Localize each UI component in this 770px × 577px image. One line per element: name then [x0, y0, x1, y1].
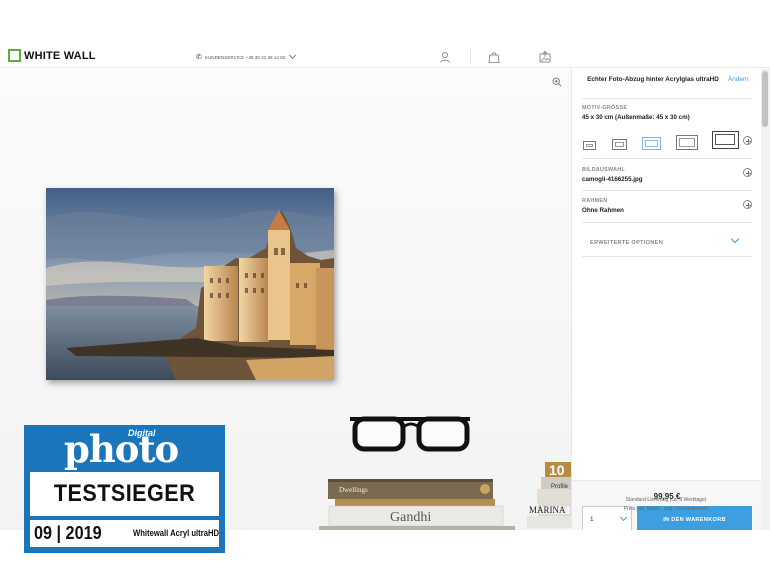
zoom-in-icon[interactable]: [552, 77, 562, 87]
frame-label: RAHMEN: [582, 198, 608, 204]
frame-value: Ohne Rahmen: [582, 207, 624, 214]
config-panel: Echter Foto-Abzug hinter Acrylglas ultra…: [571, 69, 762, 530]
badge-footer: 09 | 2019 Whitewall Acryl ultraHD: [30, 520, 219, 547]
book-title-marina: MARINA: [529, 505, 566, 515]
frame-expand-icon[interactable]: [743, 200, 752, 209]
book-title-10: 10: [549, 462, 565, 478]
shipping-info-line1: Standard-Lieferung (ca. 8 Werktage): [625, 497, 707, 503]
image-label: BILDAUSWAHL: [582, 167, 626, 173]
divider: [582, 190, 752, 191]
quantity-value: 1: [590, 516, 594, 523]
size-value: 45 x 30 cm (Außenmaße: 45 x 30 cm): [582, 114, 690, 121]
service-text: KUNDENSERVICE +49 30 22 38 14 62: [204, 54, 286, 60]
image-expand-icon[interactable]: [743, 168, 752, 177]
customer-service[interactable]: ✆ KUNDENSERVICE +49 30 22 38 14 62: [196, 51, 297, 61]
decor-books-glasses: Dwellings Gandhi Profile 10 MARINA: [319, 416, 571, 530]
divider: [582, 98, 752, 99]
site-header: WHITE WALL ✆ KUNDENSERVICE +49 30 22 38 …: [0, 46, 770, 68]
divider: [582, 222, 752, 223]
chevron-down-icon[interactable]: [730, 234, 740, 244]
test-winner-badge: Digital photo TESTSIEGER 09 | 2019 White…: [24, 425, 225, 553]
chevron-down-icon: [619, 513, 628, 522]
badge-date: 09 | 2019: [34, 523, 102, 543]
glasses-icon: [350, 416, 470, 452]
book-title-profile: Profile: [551, 484, 569, 490]
size-option-1[interactable]: [583, 141, 596, 150]
badge-testsieger: TESTSIEGER: [53, 480, 196, 507]
book-title-gandhi: Gandhi: [390, 510, 431, 525]
product-title: Echter Foto-Abzug hinter Acrylglas ultra…: [587, 76, 719, 83]
divider: [582, 256, 752, 257]
book-title-dwellings: Dwellings: [339, 486, 368, 494]
scrollbar-thumb[interactable]: [762, 71, 768, 127]
bag-icon[interactable]: [487, 50, 501, 64]
size-label: MOTIV-GRÖSSE: [582, 105, 628, 111]
scrollbar[interactable]: [761, 69, 770, 530]
advanced-options-label[interactable]: ERWEITERTE OPTIONEN: [590, 240, 663, 246]
chevron-down-icon: [289, 51, 297, 60]
badge-title-box: TESTSIEGER: [30, 472, 219, 516]
size-option-5[interactable]: [712, 131, 739, 149]
account-icon[interactable]: [438, 50, 452, 64]
change-product-link[interactable]: Ändern: [728, 76, 749, 83]
product-photo-preview[interactable]: [46, 188, 334, 380]
badge-product: Whitewall Acryl ultraHD: [133, 528, 220, 538]
shipping-info-line2: Preis inkl. MwSt., zzgl. Versandkosten: [623, 506, 709, 512]
logo[interactable]: WHITE WALL: [8, 49, 96, 62]
badge-photo: photo: [64, 427, 179, 471]
upload-photo-icon[interactable]: [538, 50, 552, 64]
camogli-photo: [46, 188, 334, 380]
logo-text: WHITE WALL: [24, 49, 96, 62]
size-option-3-selected[interactable]: [642, 137, 661, 150]
divider: [582, 158, 752, 159]
image-value: camogli-4166255.jpg: [582, 176, 643, 183]
size-expand-icon[interactable]: [743, 136, 752, 145]
header-divider: [470, 49, 471, 64]
phone-icon: ✆: [196, 54, 202, 61]
size-option-4[interactable]: [676, 135, 698, 150]
logo-square-icon: [8, 49, 21, 62]
size-option-2[interactable]: [612, 139, 627, 150]
